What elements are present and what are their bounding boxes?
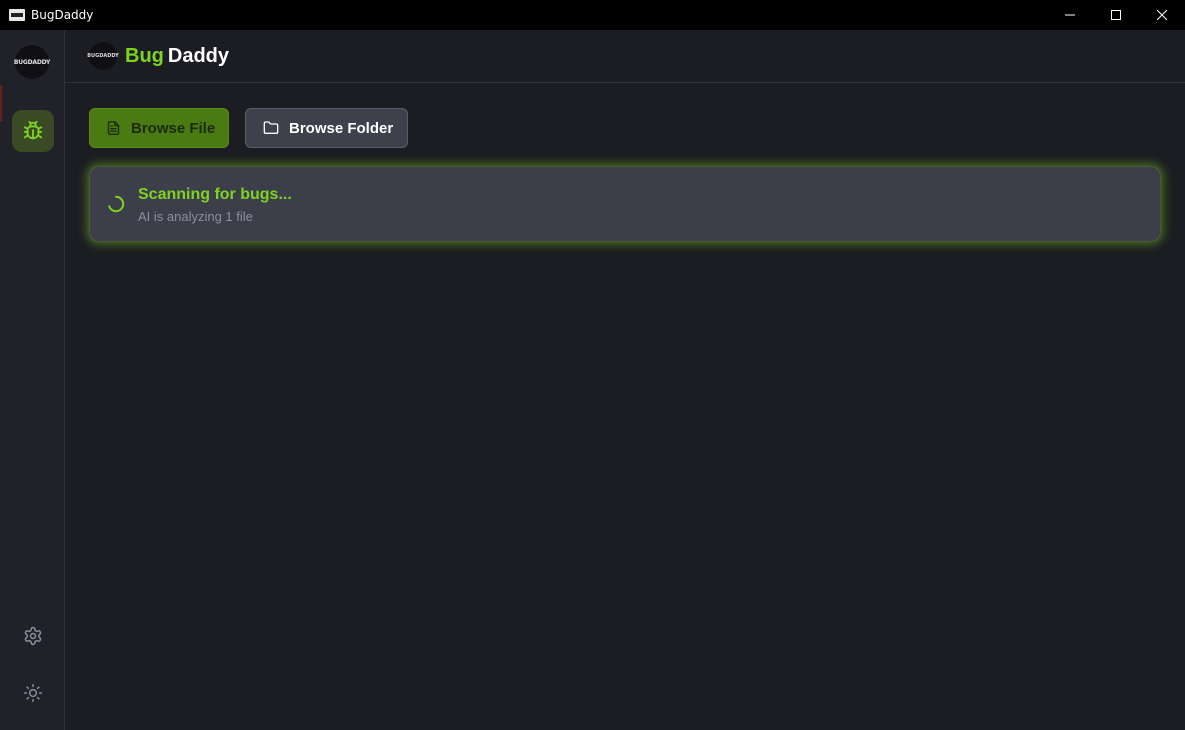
maximize-icon xyxy=(1111,10,1121,20)
sidebar-logo: BUGDADDY xyxy=(14,45,50,79)
rail-edge-marker xyxy=(0,85,2,121)
file-icon xyxy=(106,120,121,136)
sun-icon xyxy=(23,683,43,703)
minimize-icon xyxy=(1065,14,1075,16)
folder-icon xyxy=(262,120,280,136)
maximize-button[interactable] xyxy=(1093,0,1139,30)
close-button[interactable] xyxy=(1139,0,1185,30)
title-bar[interactable]: BugDaddy xyxy=(0,0,1185,30)
gear-icon xyxy=(24,626,42,646)
window-controls xyxy=(1047,0,1185,30)
scan-status-subtitle: AI is analyzing 1 file xyxy=(138,209,253,224)
browse-folder-label: Browse Folder xyxy=(289,119,394,137)
header-logo: BUGDADDY xyxy=(87,42,119,70)
theme-toggle-button[interactable] xyxy=(20,680,46,706)
app-brand: Bug Daddy xyxy=(125,45,229,68)
sidebar-item-settings[interactable] xyxy=(20,623,46,649)
close-icon xyxy=(1157,10,1167,20)
sidebar: BUGDADDY xyxy=(0,30,65,730)
sidebar-item-scanner[interactable] xyxy=(12,110,54,152)
app-icon xyxy=(9,9,25,21)
bug-icon xyxy=(23,120,43,140)
browse-file-button[interactable]: Browse File xyxy=(89,108,229,148)
brand-name-part2: Daddy xyxy=(167,44,230,67)
minimize-button[interactable] xyxy=(1047,0,1093,30)
scan-status-card: Scanning for bugs... AI is analyzing 1 f… xyxy=(89,166,1161,242)
scan-status-title: Scanning for bugs... xyxy=(138,186,292,203)
app-window: BugDaddy BUGDADDY BUGDADDY Bug Daddy Bro… xyxy=(0,0,1185,730)
brand-name-part1: Bug xyxy=(125,44,164,67)
app-header: BUGDADDY Bug Daddy xyxy=(65,30,1185,83)
browse-folder-button[interactable]: Browse Folder xyxy=(245,108,408,148)
browse-file-label: Browse File xyxy=(131,119,216,137)
window-title: BugDaddy xyxy=(31,8,94,22)
loading-spinner-icon xyxy=(108,195,125,213)
